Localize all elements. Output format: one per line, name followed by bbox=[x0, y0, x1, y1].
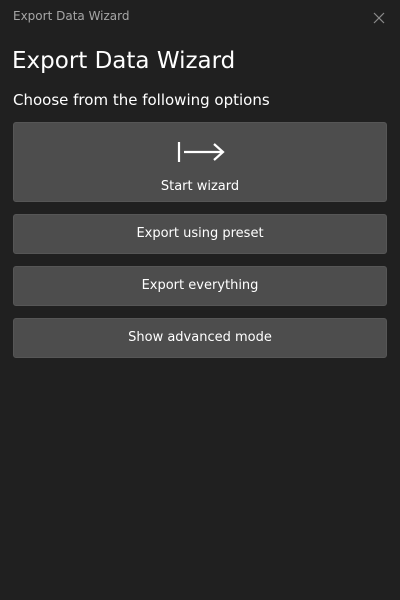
wizard-window: Export Data Wizard Export Data Wizard Ch… bbox=[0, 0, 400, 600]
export-preset-label: Export using preset bbox=[136, 226, 264, 241]
start-wizard-button[interactable]: Start wizard bbox=[13, 122, 387, 202]
export-everything-label: Export everything bbox=[141, 278, 259, 293]
title-bar: Export Data Wizard bbox=[0, 0, 400, 34]
page-subtitle: Choose from the following options bbox=[13, 91, 270, 109]
close-icon[interactable] bbox=[372, 10, 386, 24]
export-everything-button[interactable]: Export everything bbox=[13, 266, 387, 306]
arrow-right-to-bar-icon bbox=[177, 139, 227, 169]
page-title: Export Data Wizard bbox=[12, 48, 236, 74]
advanced-mode-button[interactable]: Show advanced mode bbox=[13, 318, 387, 358]
export-preset-button[interactable]: Export using preset bbox=[13, 214, 387, 254]
advanced-mode-label: Show advanced mode bbox=[128, 330, 272, 345]
window-title: Export Data Wizard bbox=[13, 9, 130, 23]
start-wizard-label: Start wizard bbox=[160, 179, 240, 194]
